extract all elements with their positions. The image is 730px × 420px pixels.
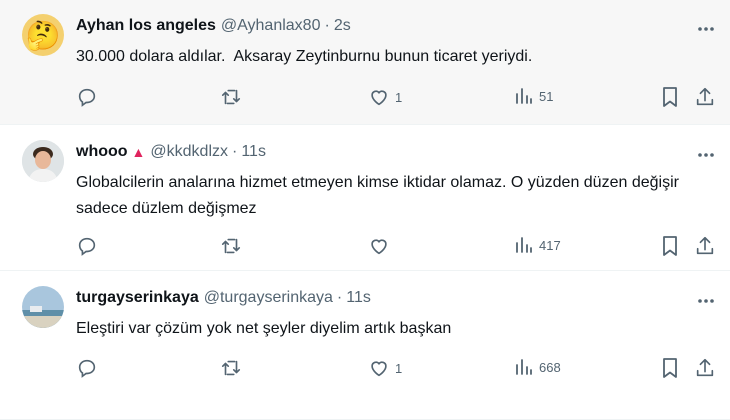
action-bar: 1 51 [76, 86, 716, 110]
bookmark-button[interactable] [660, 86, 680, 108]
like-icon [371, 239, 387, 255]
avatar-emoji: 🤔 [25, 19, 61, 51]
tweet[interactable]: whooo ▲ @kkdkdlzx · 11s Globalcilerin an… [0, 125, 730, 271]
user-name[interactable]: Ayhan los angeles [76, 17, 216, 35]
user-handle[interactable]: @kkdkdlzx [150, 143, 228, 161]
timestamp[interactable]: 11s [346, 289, 371, 307]
tweet-text: Globalcilerin analarına hizmet etmeyen k… [76, 174, 684, 217]
share-button[interactable] [694, 235, 716, 257]
separator-dot: · [232, 143, 238, 160]
user-handle[interactable]: @Ayhanlax80 [221, 17, 321, 35]
bookmark-button[interactable] [660, 235, 680, 257]
retweet-button[interactable] [219, 86, 243, 108]
bookmark-icon [663, 236, 677, 256]
action-bar: 1 668 [76, 357, 716, 381]
separator-dot: · [324, 17, 330, 34]
retweet-icon [221, 89, 241, 105]
views-icon [516, 359, 532, 375]
tweet-header: Ayhan los angeles @Ayhanlax80 · 2s [76, 17, 351, 35]
tweet-header: turgayserinkaya @turgayserinkaya · 11s [76, 289, 371, 307]
tweet-header: whooo ▲ @kkdkdlzx · 11s [76, 143, 266, 161]
view-count: 51 [539, 88, 554, 104]
avatar[interactable]: 🤔 [22, 14, 64, 56]
warning-icon: ▲ [131, 144, 146, 160]
tweet[interactable]: 🤔 Ayhan los angeles @Ayhanlax80 · 2s 30.… [0, 0, 730, 125]
share-button[interactable] [694, 86, 716, 108]
avatar[interactable] [22, 286, 64, 328]
more-icon[interactable] [696, 145, 716, 165]
like-button[interactable]: 1 [368, 357, 402, 379]
timestamp[interactable]: 2s [334, 17, 351, 35]
like-count: 1 [395, 360, 403, 376]
share-icon [696, 358, 714, 377]
views-icon [516, 237, 532, 253]
share-icon [696, 87, 714, 106]
avatar-photo [22, 140, 64, 182]
separator-dot: · [336, 289, 343, 306]
like-button[interactable] [368, 235, 395, 257]
retweet-icon [221, 360, 241, 376]
avatar-photo [22, 286, 64, 328]
timestamp[interactable]: 11s [241, 143, 266, 161]
user-handle[interactable]: @turgayserinkaya [204, 289, 333, 307]
views-button[interactable]: 668 [514, 357, 561, 377]
bookmark-button[interactable] [660, 357, 680, 379]
user-name[interactable]: turgayserinkaya [76, 289, 199, 307]
more-icon[interactable] [696, 19, 716, 39]
like-icon [371, 90, 387, 106]
share-icon [696, 236, 714, 255]
views-icon [516, 88, 532, 104]
action-bar: 417 [76, 235, 716, 259]
tweet-text: Eleştiri var çözüm yok net şeyler diyeli… [76, 320, 452, 337]
tweet[interactable]: turgayserinkaya @turgayserinkaya · 11s E… [0, 271, 730, 420]
share-button[interactable] [694, 357, 716, 379]
reply-icon [78, 359, 96, 378]
reply-icon [78, 88, 96, 107]
retweet-icon [221, 238, 241, 254]
like-button[interactable]: 1 [368, 86, 402, 108]
like-icon [371, 361, 387, 377]
reply-button[interactable] [76, 86, 98, 108]
view-count: 668 [539, 359, 561, 375]
bookmark-icon [663, 358, 677, 378]
bookmark-icon [663, 87, 677, 107]
retweet-button[interactable] [219, 235, 243, 257]
avatar[interactable] [22, 140, 64, 182]
more-icon[interactable] [696, 291, 716, 311]
like-count: 1 [395, 89, 403, 105]
reply-button[interactable] [76, 235, 98, 257]
view-count: 417 [539, 237, 561, 253]
views-button[interactable]: 51 [514, 86, 553, 106]
views-button[interactable]: 417 [514, 235, 561, 255]
retweet-button[interactable] [219, 357, 243, 379]
reply-button[interactable] [76, 357, 98, 379]
tweet-text: 30.000 dolara aldılar. Aksaray Zeytinbur… [76, 48, 533, 65]
reply-icon [78, 237, 96, 256]
user-name[interactable]: whooo [76, 143, 128, 161]
